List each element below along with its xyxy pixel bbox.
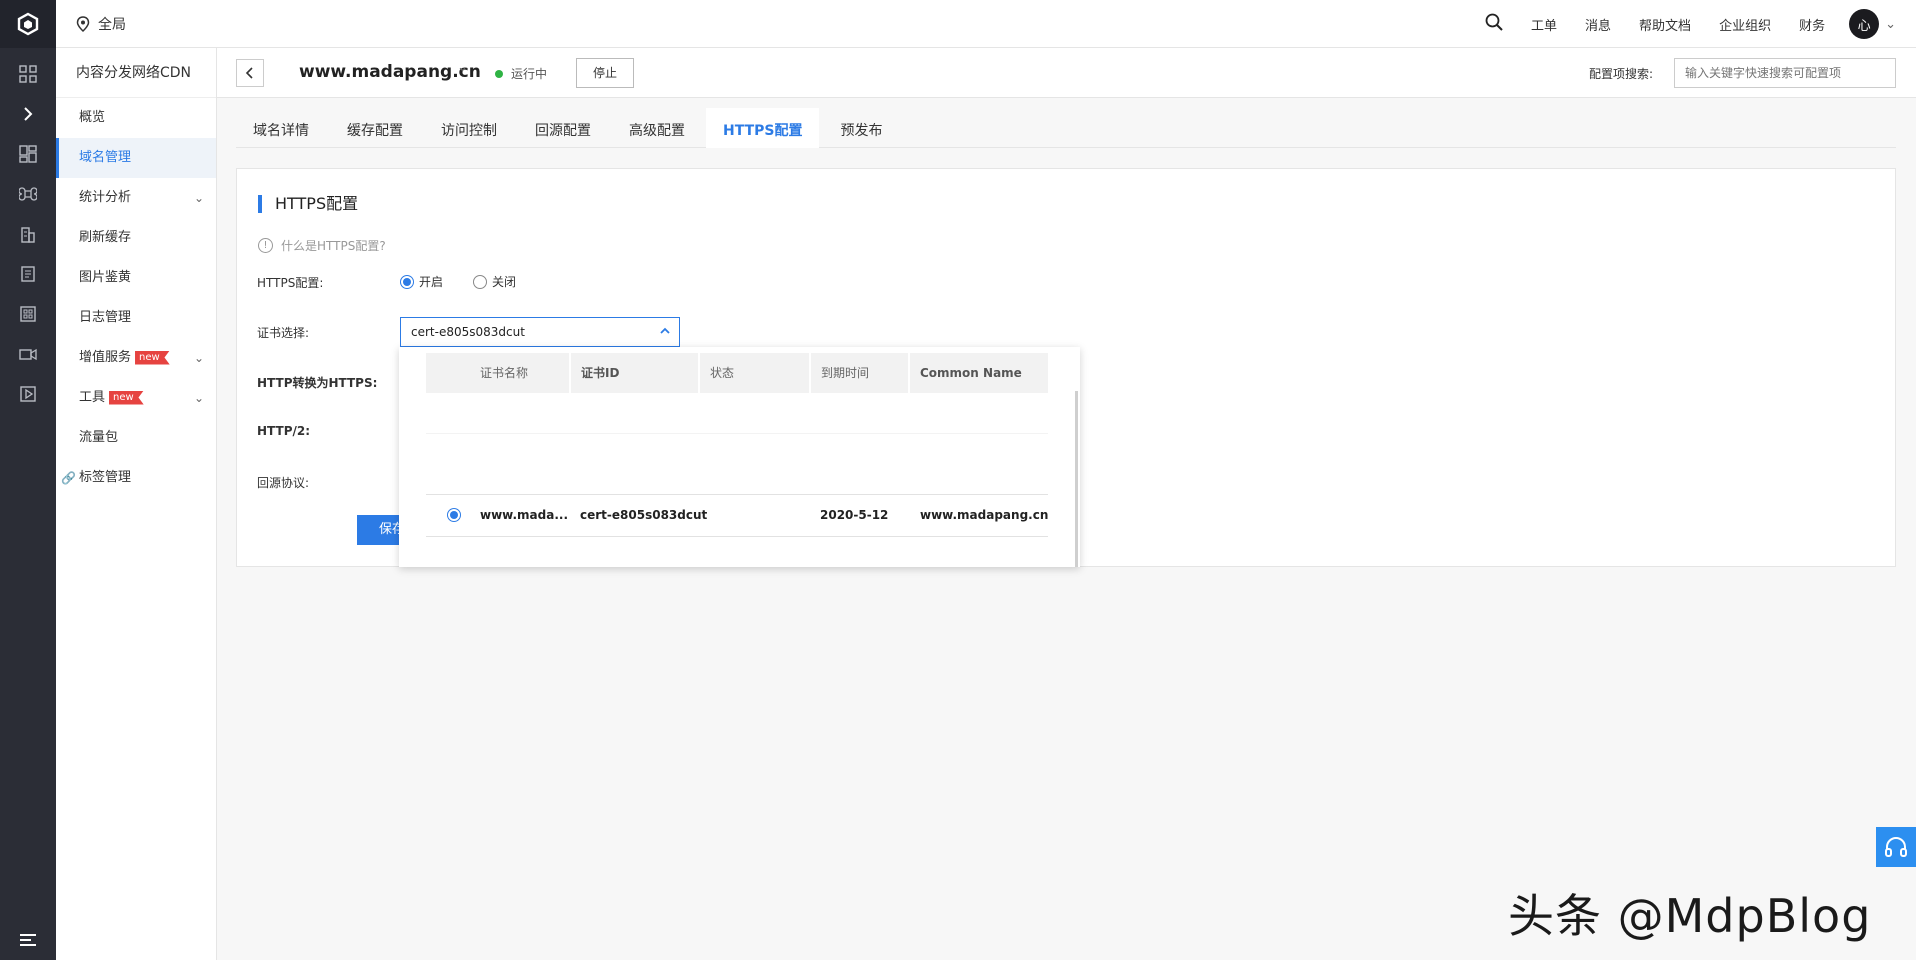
app-root: 全局 工单 消息 帮助文档 企业组织 财务 心 ⌄ 内容分发网络CDN 概览 域… <box>0 0 1916 960</box>
chevron-down-icon[interactable]: ⌄ <box>1885 17 1896 32</box>
row-expire: 2020-5-12 <box>820 508 889 522</box>
sidebar-title: 内容分发网络CDN <box>56 48 216 98</box>
location-pin-icon <box>76 16 90 32</box>
database-icon[interactable] <box>0 294 56 334</box>
origin-protocol-label: 回源协议: <box>257 476 310 490</box>
new-badge: new <box>135 350 170 365</box>
row-cert-name: www.mada... <box>480 508 569 522</box>
customer-support-button[interactable] <box>1876 827 1916 867</box>
sidebar-item-tag-management[interactable]: 🔗 标签管理 <box>56 458 216 498</box>
expand-chevron-icon[interactable] <box>0 94 56 134</box>
dashboard-icon[interactable] <box>0 134 56 174</box>
nav-ticket[interactable]: 工单 <box>1517 15 1571 34</box>
chevron-down-icon[interactable]: ⌄ <box>457 60 468 75</box>
https-config-label: HTTPS配置: <box>257 276 324 290</box>
nav-finance[interactable]: 财务 <box>1785 15 1839 34</box>
config-search-label: 配置项搜索: <box>1589 67 1654 81</box>
row-common-name: www.madapang.cn <box>920 508 1049 522</box>
dropdown-scrollbar[interactable] <box>1075 391 1078 567</box>
nav-messages[interactable]: 消息 <box>1571 15 1625 34</box>
config-tabs: 域名详情 缓存配置 访问控制 回源配置 高级配置 HTTPS配置 预发布 <box>236 108 1896 148</box>
tab-origin-config[interactable]: 回源配置 <box>518 108 608 148</box>
new-badge: new <box>109 390 144 405</box>
region-label: 全局 <box>98 17 126 33</box>
status-dot <box>495 69 503 78</box>
table-row[interactable]: www.mada... cert-e805s083dcut 2020-5-12 … <box>426 494 1048 537</box>
tab-pre-release[interactable]: 预发布 <box>823 108 899 148</box>
radio-checked-icon[interactable] <box>447 508 461 522</box>
watermark-text: 头条 @MdpBlog <box>1508 889 1872 943</box>
headset-icon <box>1885 837 1907 857</box>
back-button[interactable] <box>236 59 264 87</box>
radio-checked-icon <box>400 274 414 289</box>
sidebar-item-domain-management[interactable]: 域名管理 <box>56 138 216 178</box>
sidebar-item-log-management[interactable]: 日志管理 <box>56 298 216 338</box>
sidebar-item-value-added[interactable]: 增值服务 new ⌄ <box>56 338 216 378</box>
search-icon[interactable] <box>1471 13 1517 35</box>
cert-dropdown: 证书名称 证书ID 状态 到期时间 Common Name www.mada..… <box>399 347 1080 567</box>
tab-access-control[interactable]: 访问控制 <box>424 108 514 148</box>
chevron-up-icon <box>660 318 670 346</box>
cert-table-header: 证书名称 证书ID 状态 到期时间 Common Name <box>426 353 1048 393</box>
domain-title: www.madapang.cn <box>299 62 481 82</box>
video-camera-icon[interactable] <box>0 334 56 374</box>
config-search-input[interactable] <box>1674 58 1896 88</box>
building-icon[interactable] <box>0 214 56 254</box>
top-bar: 全局 工单 消息 帮助文档 企业组织 财务 心 ⌄ <box>56 0 1916 48</box>
apps-grid-icon[interactable] <box>0 54 56 94</box>
tab-domain-details[interactable]: 域名详情 <box>236 108 326 148</box>
document-icon[interactable] <box>0 254 56 294</box>
radio-unchecked-icon <box>473 274 487 289</box>
col-status: 状态 <box>700 353 811 393</box>
chevron-down-icon: ⌄ <box>193 351 204 365</box>
sidebar-item-traffic-package[interactable]: 流量包 <box>56 418 216 458</box>
section-title: HTTPS配置 <box>258 195 358 213</box>
sidebar-item-tools[interactable]: 工具 new ⌄ <box>56 378 216 418</box>
col-expire: 到期时间 <box>811 353 910 393</box>
sidebar-item-overview[interactable]: 概览 <box>56 98 216 138</box>
cloud-logo-icon[interactable] <box>0 0 56 48</box>
tab-cache-config[interactable]: 缓存配置 <box>330 108 420 148</box>
cert-select-label: 证书选择: <box>257 326 310 340</box>
product-sidebar: 内容分发网络CDN 概览 域名管理 统计分析 ⌄ 刷新缓存 图片鉴黄 日志管理 增… <box>56 48 217 960</box>
tab-https-config[interactable]: HTTPS配置 <box>706 108 820 148</box>
sidebar-item-refresh-cache[interactable]: 刷新缓存 <box>56 218 216 258</box>
info-icon: ! <box>258 238 273 253</box>
chevron-down-icon: ⌄ <box>193 391 204 405</box>
chevron-left-icon <box>245 67 253 79</box>
col-cert-id: 证书ID <box>571 353 700 393</box>
icon-rail <box>0 0 56 960</box>
link-icon: 🔗 <box>61 471 76 485</box>
chevron-down-icon: ⌄ <box>193 191 204 205</box>
avatar[interactable]: 心 <box>1849 9 1880 39</box>
tab-advanced-config[interactable]: 高级配置 <box>612 108 702 148</box>
http-to-https-label: HTTP转换为HTTPS: <box>257 376 378 390</box>
nav-organization[interactable]: 企业组织 <box>1705 15 1785 34</box>
https-on-radio[interactable]: 开启 <box>400 273 443 290</box>
col-common-name: Common Name <box>920 366 1022 380</box>
menu-toggle-icon[interactable] <box>0 920 56 960</box>
row-cert-id: cert-e805s083dcut <box>580 508 708 522</box>
table-row-empty <box>426 433 1048 483</box>
sidebar-item-image-review[interactable]: 图片鉴黄 <box>56 258 216 298</box>
col-cert-name: 证书名称 <box>426 353 571 393</box>
media-play-icon[interactable] <box>0 374 56 414</box>
domain-header: www.madapang.cn ⌄ 运行中 停止 配置项搜索: <box>217 48 1916 98</box>
sidebar-item-statistics[interactable]: 统计分析 ⌄ <box>56 178 216 218</box>
help-link[interactable]: ! 什么是HTTPS配置? <box>258 237 386 254</box>
region-selector[interactable]: 全局 <box>76 14 126 34</box>
https-off-radio[interactable]: 关闭 <box>473 273 516 290</box>
cert-select[interactable]: cert-e805s083dcut <box>400 317 680 347</box>
nav-help-docs[interactable]: 帮助文档 <box>1625 15 1705 34</box>
http2-label: HTTP/2: <box>257 424 311 438</box>
top-nav: 工单 消息 帮助文档 企业组织 财务 心 ⌄ <box>1471 0 1896 48</box>
stop-button[interactable]: 停止 <box>576 58 634 88</box>
status-badge: 运行中 <box>495 65 547 82</box>
command-icon[interactable] <box>0 174 56 214</box>
